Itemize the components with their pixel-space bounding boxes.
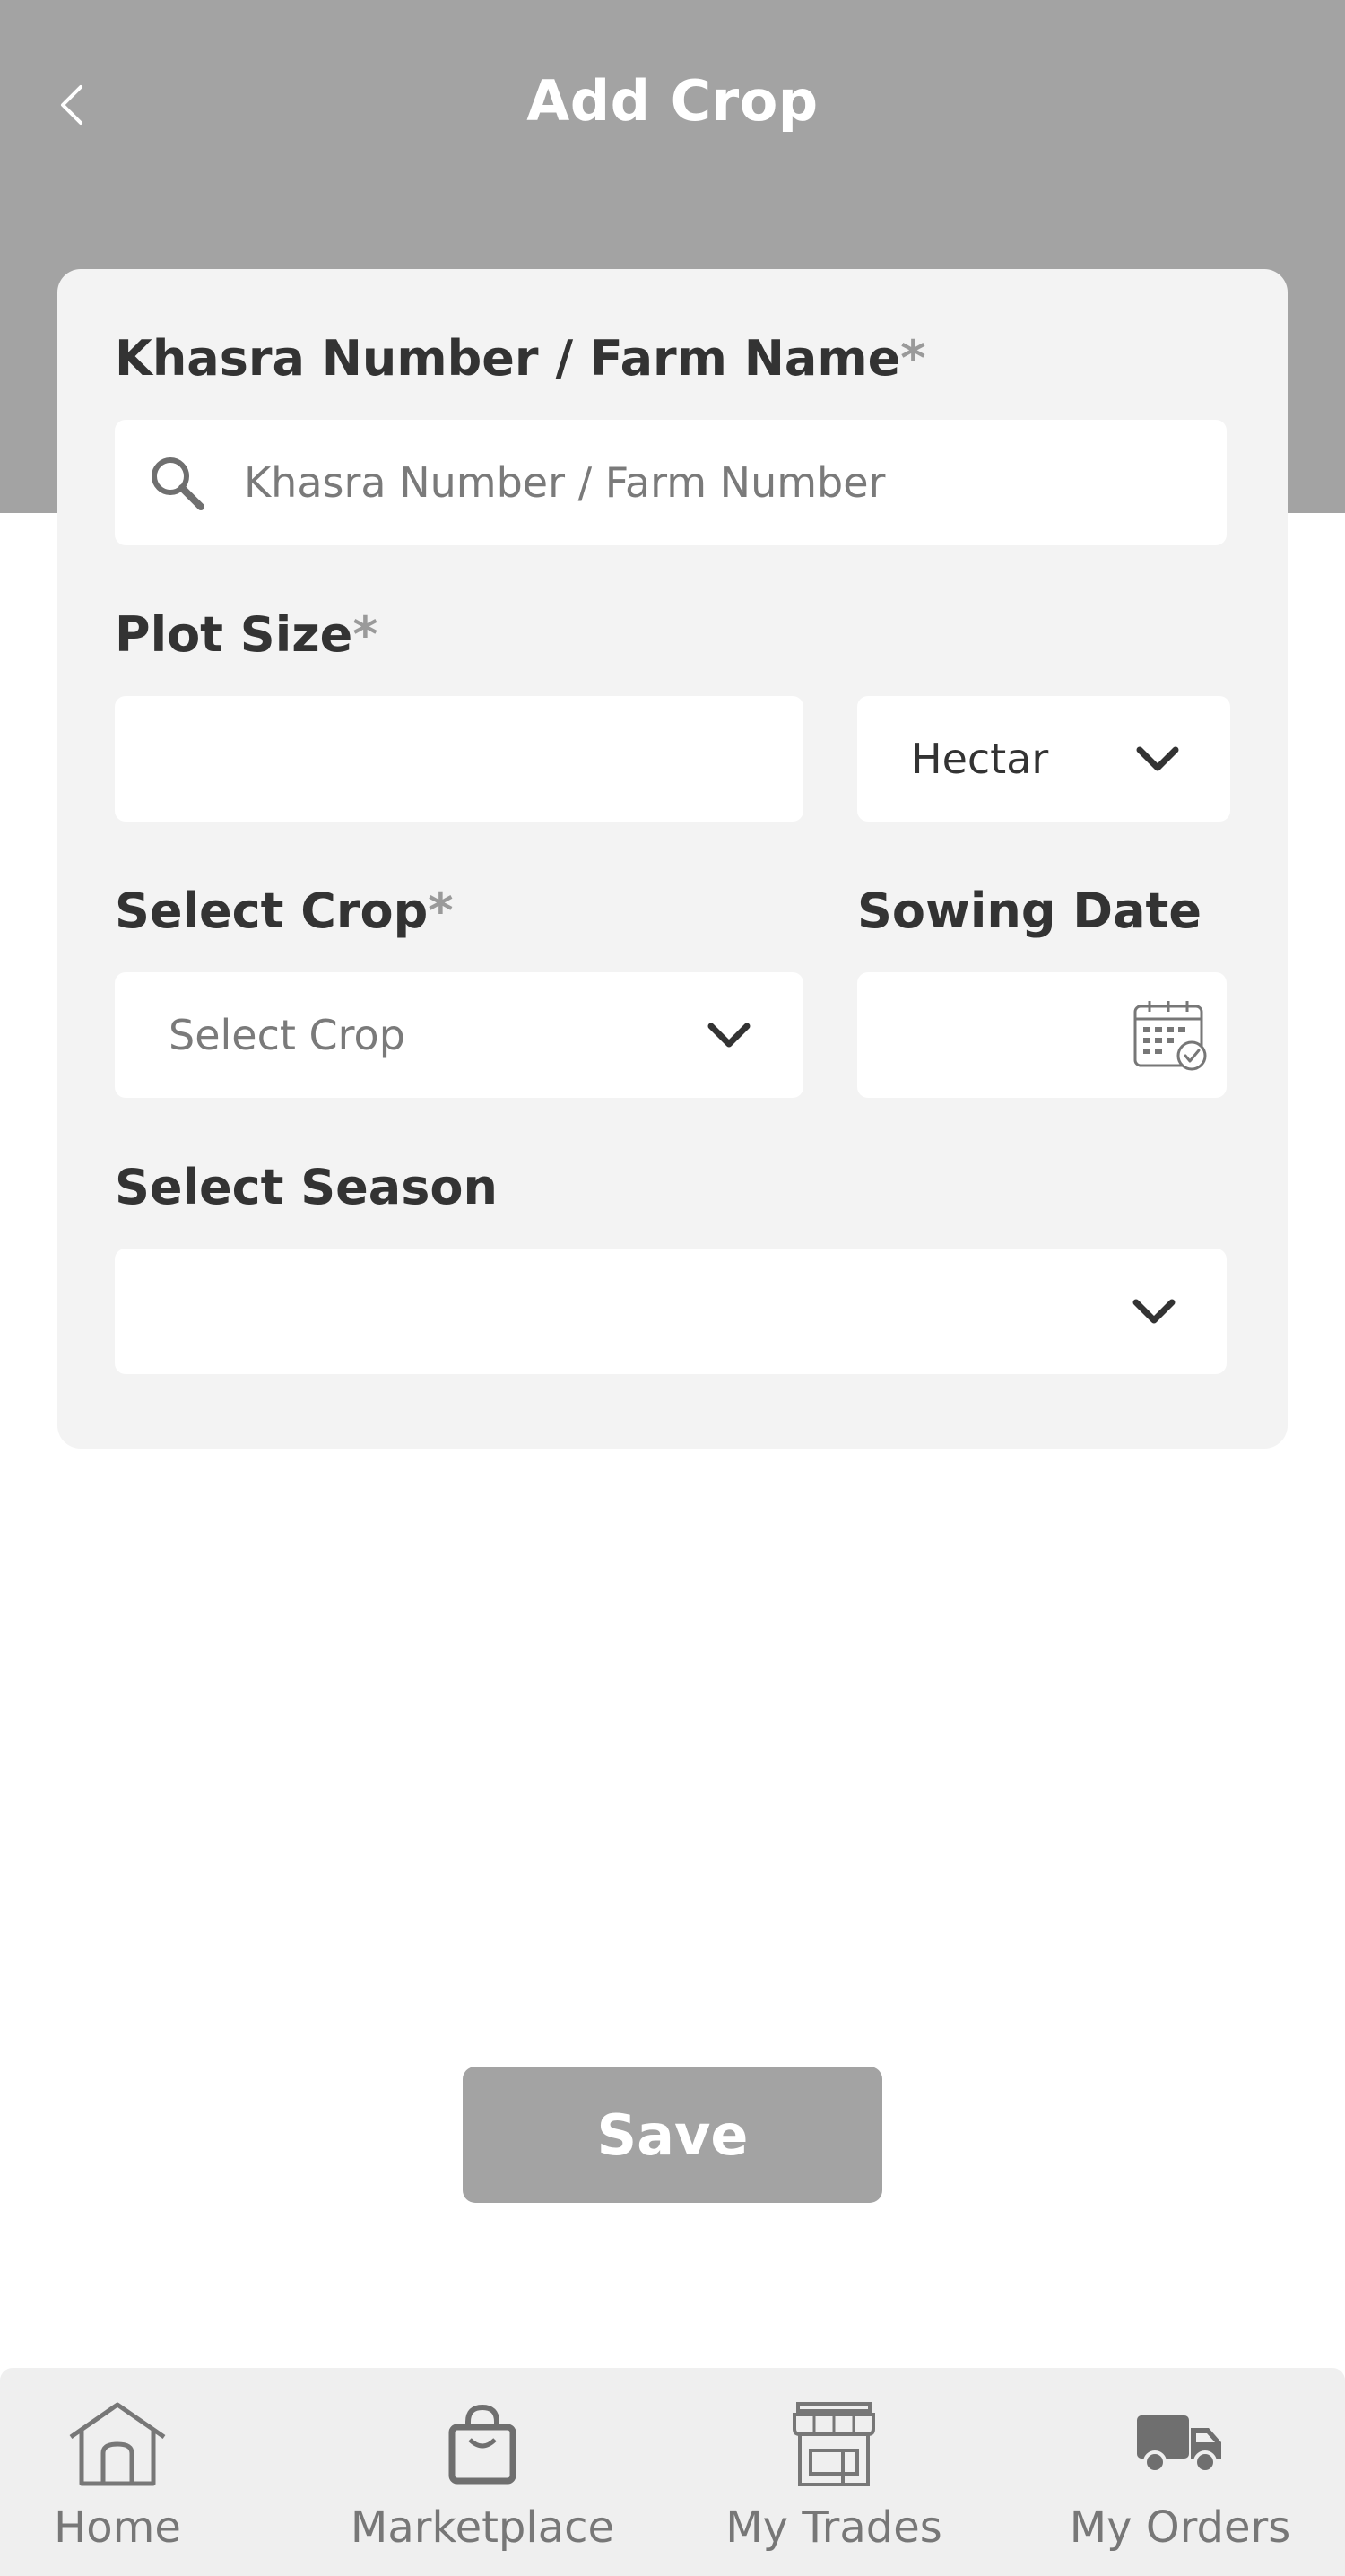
plot-unit-selected: Hectar bbox=[911, 735, 1049, 783]
select-season-dropdown[interactable] bbox=[115, 1249, 1227, 1374]
bottom-navigation: Home Marketplace My Trades My Orders bbox=[0, 2368, 1345, 2576]
nav-item-my-orders[interactable]: My Orders bbox=[1063, 2368, 1297, 2576]
shopping-bag-icon bbox=[447, 2395, 518, 2493]
home-icon bbox=[67, 2395, 168, 2493]
nav-label-home: Home bbox=[54, 2502, 181, 2553]
nav-item-my-trades[interactable]: My Trades bbox=[717, 2368, 950, 2576]
khasra-search-field[interactable]: Khasra Number / Farm Number bbox=[115, 420, 1227, 545]
khasra-label: Khasra Number / Farm Name* bbox=[115, 330, 926, 387]
khasra-label-text: Khasra Number / Farm Name bbox=[115, 330, 901, 387]
nav-label-marketplace: Marketplace bbox=[350, 2502, 615, 2553]
nav-label-my-orders: My Orders bbox=[1069, 2502, 1291, 2553]
select-crop-placeholder: Select Crop bbox=[169, 1011, 405, 1059]
plot-size-label-text: Plot Size bbox=[115, 606, 353, 663]
truck-icon bbox=[1135, 2395, 1225, 2493]
add-crop-form-card: Khasra Number / Farm Name* Khasra Number… bbox=[57, 269, 1288, 1449]
search-icon bbox=[147, 453, 206, 512]
chevron-down-icon bbox=[707, 1021, 751, 1049]
required-mark: * bbox=[900, 330, 926, 387]
save-button[interactable]: Save bbox=[463, 2067, 882, 2203]
nav-item-home[interactable]: Home bbox=[36, 2368, 199, 2576]
sowing-date-label: Sowing Date bbox=[857, 883, 1202, 939]
sowing-date-input[interactable] bbox=[857, 972, 1227, 1098]
plot-size-input[interactable] bbox=[115, 696, 803, 822]
plot-unit-select[interactable]: Hectar bbox=[857, 696, 1230, 822]
nav-label-my-trades: My Trades bbox=[725, 2502, 942, 2553]
page-title: Add Crop bbox=[526, 68, 819, 134]
select-crop-label-text: Select Crop bbox=[115, 883, 429, 939]
calendar-check-icon[interactable] bbox=[1132, 997, 1209, 1073]
chevron-down-icon bbox=[1135, 744, 1180, 773]
required-mark: * bbox=[352, 606, 378, 663]
add-crop-screen: Add Crop Khasra Number / Farm Name* Khas… bbox=[0, 0, 1345, 2576]
select-crop-dropdown[interactable]: Select Crop bbox=[115, 972, 803, 1098]
select-season-label: Select Season bbox=[115, 1159, 498, 1215]
required-mark: * bbox=[428, 883, 454, 939]
select-crop-label: Select Crop* bbox=[115, 883, 454, 939]
plot-size-label: Plot Size* bbox=[115, 606, 378, 663]
khasra-input-placeholder: Khasra Number / Farm Number bbox=[244, 458, 886, 507]
nav-item-marketplace[interactable]: Marketplace bbox=[348, 2368, 617, 2576]
chevron-down-icon bbox=[1132, 1297, 1176, 1326]
store-icon bbox=[789, 2395, 879, 2493]
